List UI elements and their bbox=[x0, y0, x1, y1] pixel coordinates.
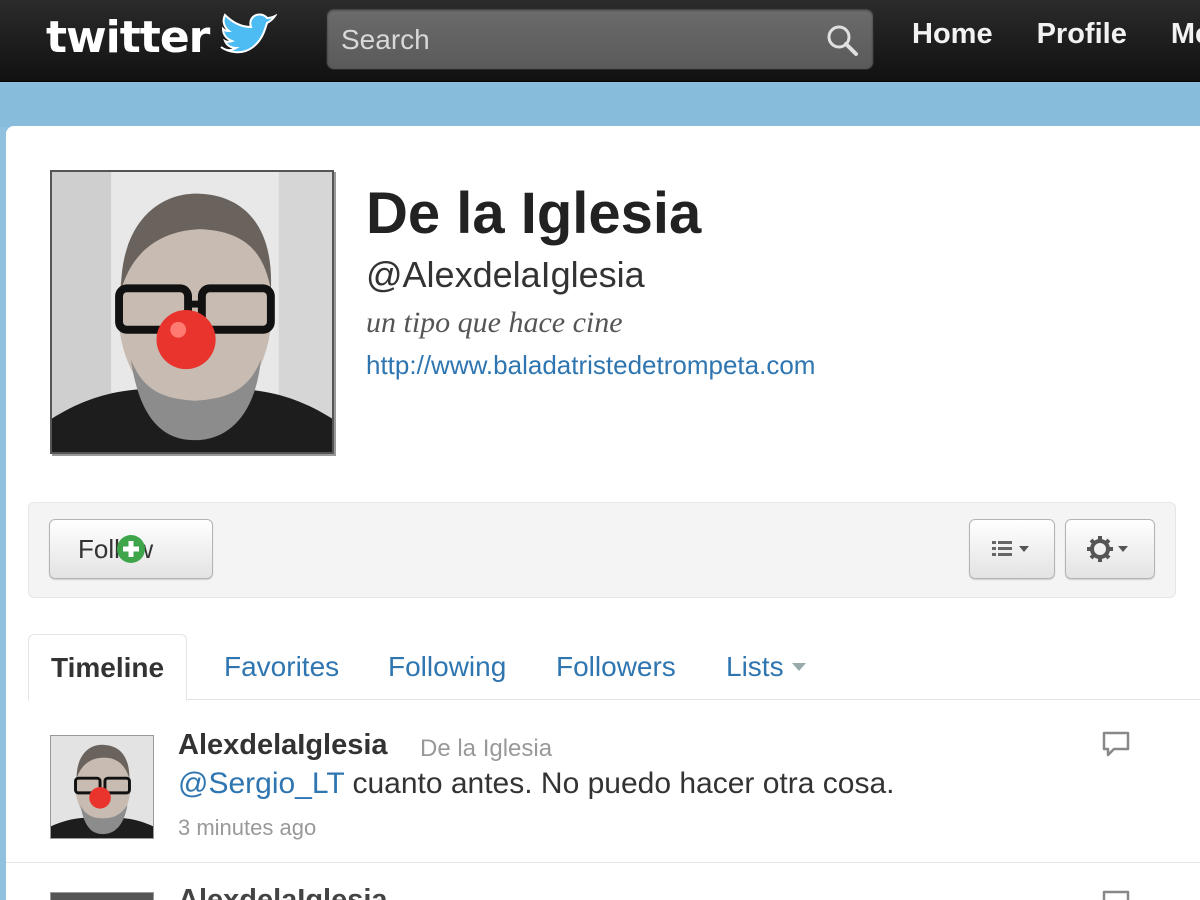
background-band bbox=[0, 83, 1200, 127]
tweet-item[interactable]: AlexdelaIglesia bbox=[6, 866, 1200, 900]
tweet-text: @Sergio_LT cuanto antes. No puedo hacer … bbox=[178, 767, 894, 801]
tweet-username[interactable]: AlexdelaIglesia bbox=[178, 729, 388, 762]
gear-icon bbox=[1087, 536, 1128, 562]
profile-panel: De la Iglesia @AlexdelaIglesia un tipo q… bbox=[6, 126, 1200, 900]
plus-circle-icon bbox=[117, 535, 145, 563]
tweet-username[interactable]: AlexdelaIglesia bbox=[178, 884, 388, 900]
profile-screen-name: @AlexdelaIglesia bbox=[366, 254, 645, 295]
tab-following-label: Following bbox=[388, 651, 507, 682]
nav-home[interactable]: Home bbox=[912, 18, 993, 51]
tweet-mention-link[interactable]: @Sergio_LT bbox=[178, 767, 344, 800]
profile-tabs: Timeline Favorites Following Followers L… bbox=[28, 634, 1200, 701]
list-icon bbox=[992, 541, 1029, 556]
profile-action-bar: Follow bbox=[28, 502, 1176, 598]
twitter-logo[interactable]: twitter bbox=[46, 10, 278, 66]
tab-favorites[interactable]: Favorites bbox=[224, 634, 339, 700]
tweet-avatar[interactable] bbox=[50, 735, 154, 839]
tweet-avatar-photo bbox=[51, 736, 153, 838]
profile-bio: un tipo que hace cine bbox=[366, 306, 623, 339]
nav-profile[interactable]: Profile bbox=[1037, 18, 1127, 51]
follow-button[interactable]: Follow bbox=[49, 519, 213, 579]
profile-avatar[interactable] bbox=[50, 170, 334, 454]
tab-followers[interactable]: Followers bbox=[556, 634, 676, 700]
avatar-photo bbox=[52, 172, 332, 452]
tab-lists-label: Lists bbox=[726, 651, 784, 682]
reply-icon[interactable] bbox=[1100, 729, 1132, 759]
top-bar: twitter Home Profile Me bbox=[0, 0, 1200, 82]
bird-icon bbox=[220, 13, 278, 54]
tweet-body: cuanto antes. No puedo hacer otra cosa. bbox=[344, 767, 895, 800]
tweet-timestamp[interactable]: 3 minutes ago bbox=[178, 815, 316, 841]
tweet-item[interactable]: AlexdelaIglesia De la Iglesia @Sergio_LT… bbox=[6, 701, 1200, 863]
tab-following[interactable]: Following bbox=[388, 634, 506, 700]
profile-url-link[interactable]: http://www.baladatristedetrompeta.com bbox=[366, 350, 815, 381]
tab-favorites-label: Favorites bbox=[224, 651, 340, 682]
search-input[interactable] bbox=[341, 23, 811, 57]
logo-wordmark: twitter bbox=[46, 12, 210, 63]
chevron-down-icon bbox=[791, 663, 806, 671]
tweet-fullname: De la Iglesia bbox=[420, 735, 553, 762]
tab-followers-label: Followers bbox=[556, 651, 676, 682]
tab-timeline[interactable]: Timeline bbox=[28, 634, 188, 701]
profile-display-name: De la Iglesia bbox=[366, 181, 702, 246]
tab-lists[interactable]: Lists bbox=[726, 634, 806, 700]
list-menu-button[interactable] bbox=[969, 519, 1055, 579]
search-box[interactable] bbox=[326, 8, 874, 70]
tab-timeline-label: Timeline bbox=[51, 651, 165, 683]
search-icon[interactable] bbox=[825, 23, 859, 57]
top-nav: Home Profile Me bbox=[912, 18, 1200, 51]
tweet-avatar[interactable] bbox=[50, 892, 154, 900]
nav-messages[interactable]: Me bbox=[1171, 18, 1200, 51]
reply-icon[interactable] bbox=[1100, 888, 1132, 900]
settings-menu-button[interactable] bbox=[1065, 519, 1155, 579]
